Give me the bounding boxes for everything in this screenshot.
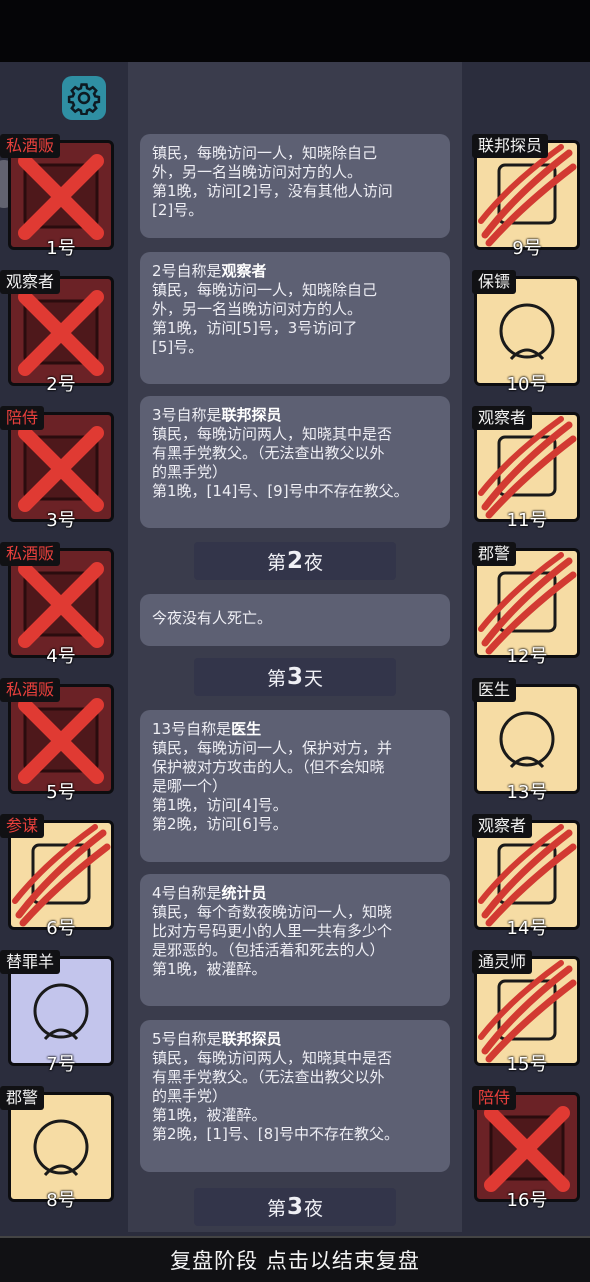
player-number: 11号: [506, 510, 548, 531]
player-number: 10号: [506, 374, 548, 395]
player-role-tag: 医生: [472, 678, 517, 702]
claw-mark-icon: [12, 824, 111, 927]
player-number: 2号: [46, 374, 76, 395]
role-portrait-icon: [33, 983, 89, 1041]
day-divider: 第2夜: [194, 542, 396, 580]
log-card: 镇民，每晚访问一人，知晓除自己 外，另一名当晚访问对方的人。 第1晚，访问[2]…: [140, 134, 450, 238]
player-number: 3号: [46, 510, 76, 531]
player-number: 6号: [46, 918, 76, 939]
player-number: 5号: [46, 782, 76, 803]
player-role-tag: 郡警: [472, 542, 517, 566]
role-portrait-icon: [499, 303, 555, 361]
dead-cross-icon: [18, 698, 104, 784]
player-number: 7号: [46, 1054, 76, 1075]
claw-mark-icon: [478, 144, 577, 247]
end-review-button[interactable]: 复盘阶段 点击以结束复盘: [0, 1236, 590, 1282]
role-portrait-icon: [499, 711, 555, 769]
day-divider: 第3天: [194, 658, 396, 696]
player-number: 13号: [506, 782, 548, 803]
player-role-tag: 陪侍: [472, 1086, 517, 1110]
player-number: 4号: [46, 646, 76, 667]
player-role-tag: 私酒贩: [0, 134, 61, 158]
log-card: 13号自称是医生 镇民，每晚访问一人，保护对方，并 保护被对方攻击的人。（但不会…: [140, 710, 450, 862]
player-number: 1号: [46, 238, 76, 259]
log-card: 5号自称是联邦探员 镇民，每晚访问两人，知晓其中是否 有黑手党教父。（无法查出教…: [140, 1020, 450, 1172]
log-card: 3号自称是联邦探员 镇民，每晚访问两人，知晓其中是否 有黑手党教父。（无法查出教…: [140, 396, 450, 528]
dead-cross-icon: [18, 154, 104, 240]
player-role-tag: 参谋: [0, 814, 45, 838]
claw-mark-icon: [478, 960, 577, 1063]
claw-mark-icon: [478, 416, 577, 519]
gear-icon: [67, 83, 101, 115]
settings-button[interactable]: [62, 76, 106, 120]
player-role-tag: 通灵师: [472, 950, 533, 974]
player-role-tag: 联邦探员: [472, 134, 549, 158]
player-role-tag: 陪侍: [0, 406, 45, 430]
claw-mark-icon: [478, 552, 577, 655]
player-number: 16号: [506, 1190, 548, 1211]
end-review-label: 复盘阶段 点击以结束复盘: [170, 1249, 420, 1273]
player-number: 15号: [506, 1054, 548, 1075]
player-role-tag: 私酒贩: [0, 542, 61, 566]
role-portrait-icon: [33, 1119, 89, 1177]
log-card: 2号自称是观察者 镇民，每晚访问一人，知晓除自己 外，另一名当晚访问对方的人。 …: [140, 252, 450, 384]
player-number: 8号: [46, 1190, 76, 1211]
player-role-tag: 观察者: [0, 270, 61, 294]
claw-mark-icon: [478, 824, 577, 927]
dead-cross-icon: [18, 290, 104, 376]
player-role-tag: 郡警: [0, 1086, 45, 1110]
dead-cross-icon: [18, 562, 104, 648]
player-role-tag: 保镖: [472, 270, 517, 294]
game-log-panel[interactable]: 镇民，每晚访问一人，知晓除自己 外，另一名当晚访问对方的人。 第1晚，访问[2]…: [128, 62, 462, 1232]
dead-cross-icon: [18, 426, 104, 512]
player-role-tag: 观察者: [472, 406, 533, 430]
dead-cross-icon: [484, 1106, 570, 1192]
player-number: 12号: [506, 646, 548, 667]
top-status-bar: [0, 0, 590, 62]
day-divider: 第3夜: [194, 1188, 396, 1226]
log-card: 今夜没有人死亡。: [140, 594, 450, 646]
log-card: 4号自称是统计员 镇民，每个奇数夜晚访问一人，知晓 比对方号码更小的人里一共有多…: [140, 874, 450, 1006]
player-role-tag: 私酒贩: [0, 678, 61, 702]
player-number: 9号: [512, 238, 542, 259]
player-number: 14号: [506, 918, 548, 939]
player-role-tag: 替罪羊: [0, 950, 61, 974]
player-role-tag: 观察者: [472, 814, 533, 838]
